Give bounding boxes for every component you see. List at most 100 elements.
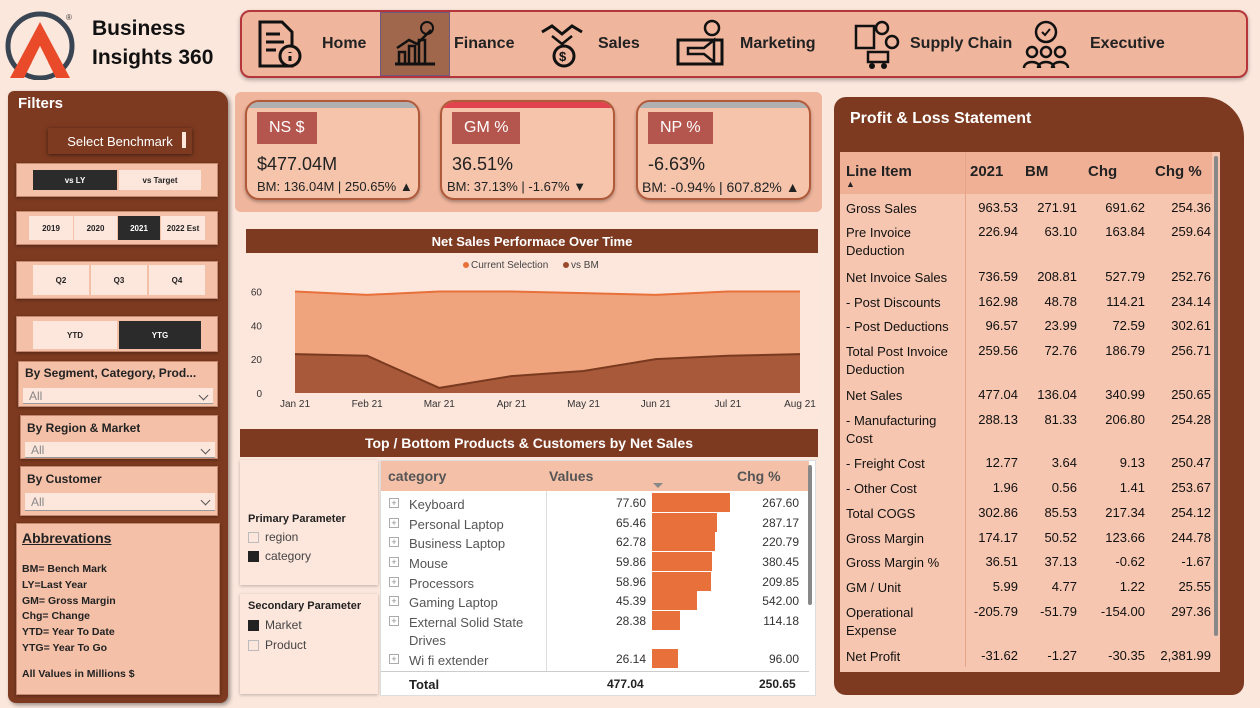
pl-row[interactable]: - Freight Cost 12.77 3.64 9.13 250.47: [840, 455, 1212, 479]
primary-option-category[interactable]: category: [248, 549, 311, 563]
year-2020[interactable]: 2020: [74, 216, 117, 240]
expand-plus-icon[interactable]: +: [389, 498, 399, 508]
nav-supply-chain[interactable]: Supply Chain: [852, 12, 1022, 76]
expand-plus-icon[interactable]: +: [389, 596, 399, 606]
chevron-down-icon: [198, 390, 209, 401]
col-category[interactable]: category: [388, 468, 446, 484]
pl-chg-value: 9.13: [1119, 455, 1145, 470]
select-benchmark-button[interactable]: Select Benchmark: [48, 128, 192, 154]
row-name: Personal Laptop: [409, 517, 504, 532]
pl-col-line-item[interactable]: Line Item: [846, 163, 912, 180]
expand-plus-icon[interactable]: +: [389, 537, 399, 547]
table-row[interactable]: + Processors 58.96 209.85: [381, 572, 809, 594]
nav-marketing[interactable]: Marketing: [674, 12, 834, 76]
pl-item: Gross Margin: [846, 531, 925, 546]
quarter-q2[interactable]: Q2: [33, 265, 89, 295]
period-ytd[interactable]: YTD: [33, 321, 117, 349]
pl-row[interactable]: Gross Margin 174.17 50.52 123.66 244.78: [840, 530, 1212, 554]
pl-scrollbar[interactable]: [1214, 156, 1218, 636]
nav-home[interactable]: Home: [252, 12, 382, 76]
bar-growth-icon: [395, 21, 435, 66]
year-2019[interactable]: 2019: [29, 216, 73, 240]
pl-row[interactable]: - Post Discounts 162.98 48.78 114.21 234.14: [840, 294, 1212, 318]
pl-row[interactable]: Total COGS 302.86 85.53 217.34 254.12: [840, 505, 1212, 529]
customer-dropdown[interactable]: All: [25, 493, 215, 511]
table-row[interactable]: + External Solid State Drives 28.38 114.18: [381, 611, 809, 651]
pl-row[interactable]: - Other Cost 1.96 0.56 1.41 253.67: [840, 480, 1212, 504]
row-bar: [652, 552, 712, 571]
kpi-card-net-profit[interactable]: NP % -6.63% BM: -0.94% | 607.82% ▲: [636, 100, 811, 200]
expand-plus-icon[interactable]: +: [389, 654, 399, 664]
pl-row[interactable]: - Manufacturing Cost 288.13 81.33 206.80 254…: [840, 412, 1212, 454]
year-2022-est[interactable]: 2022 Est: [161, 216, 205, 240]
pl-row[interactable]: - Post Deductions 96.57 23.99 72.59 302.61: [840, 318, 1212, 342]
pl-title: Profit & Loss Statement: [850, 110, 1032, 127]
row-value: 28.38: [615, 614, 646, 628]
pl-row[interactable]: Operational Expense -205.79 -51.79 -154.00 2…: [840, 604, 1212, 648]
expand-plus-icon[interactable]: +: [389, 616, 399, 626]
pl-item: Net Invoice Sales: [846, 270, 948, 285]
kpi-card-net-sales[interactable]: NS $ $477.04M BM: 136.04M | 250.65% ▲: [245, 100, 420, 200]
expand-plus-icon[interactable]: +: [389, 577, 399, 587]
kpi-card-gross-margin[interactable]: GM % 36.51% BM: 37.13% | -1.67% ▼: [440, 100, 615, 200]
pl-row[interactable]: Total Post Invoice Deduction 259.56 72.76 1…: [840, 343, 1212, 387]
kpi-benchmark: BM: 37.13% | -1.67% ▼: [447, 179, 586, 194]
year-2021[interactable]: 2021: [118, 216, 160, 240]
table-row[interactable]: + Wi fi extender 26.14 96.00: [381, 649, 809, 671]
col-values[interactable]: Values: [549, 468, 593, 484]
nav-executive[interactable]: Executive: [1020, 12, 1180, 76]
expand-plus-icon[interactable]: +: [389, 518, 399, 528]
option-label: Market: [265, 618, 302, 632]
quarter-selector: Q2 Q3 Q4: [16, 261, 218, 299]
nav-finance-icon-tile[interactable]: [380, 12, 450, 76]
pl-row[interactable]: Gross Margin % 36.51 37.13 -0.62 -1.67: [840, 554, 1212, 578]
pl-row[interactable]: Gross Sales 963.53 271.91 691.62 254.36: [840, 200, 1212, 224]
table-scrollbar[interactable]: [808, 465, 812, 605]
benchmark-vs-ly[interactable]: vs LY: [33, 170, 117, 190]
pl-chg-value: 123.66: [1105, 530, 1145, 545]
table-row[interactable]: + Business Laptop 62.78 220.79: [381, 532, 809, 554]
secondary-option-product[interactable]: Product: [248, 638, 306, 652]
quarter-q3[interactable]: Q3: [91, 265, 147, 295]
col-chg[interactable]: Chg %: [737, 468, 781, 484]
pl-year-value: -31.62: [981, 648, 1018, 663]
quarter-q4[interactable]: Q4: [149, 265, 205, 295]
nav-finance[interactable]: Finance: [454, 12, 534, 76]
pl-row[interactable]: Net Invoice Sales 736.59 208.81 527.79 252.7…: [840, 269, 1212, 293]
region-dropdown[interactable]: All: [25, 442, 215, 458]
table-row[interactable]: + Mouse 59.86 380.45: [381, 552, 809, 574]
primary-option-region[interactable]: region: [248, 530, 298, 544]
marketing-icon: [676, 19, 724, 66]
pl-item: Total COGS: [846, 506, 916, 521]
table-row[interactable]: + Keyboard 77.60 267.60: [381, 493, 809, 515]
pl-row[interactable]: Pre Invoice Deduction 226.94 63.10 163.84 25…: [840, 224, 1212, 268]
secondary-option-market[interactable]: Market: [248, 618, 302, 632]
row-name: Business Laptop: [409, 536, 506, 551]
legend-label: vs BM: [571, 260, 599, 271]
pl-row[interactable]: Net Profit -31.62 -1.27 -30.35 2,381.99: [840, 648, 1212, 672]
row-bar: [652, 611, 681, 630]
pl-col-bm[interactable]: BM: [1025, 163, 1048, 180]
period-ytg[interactable]: YTG: [119, 321, 201, 349]
abbreviation-item: BM= Bench Mark: [22, 563, 107, 575]
row-name: Keyboard: [409, 497, 465, 512]
pl-row[interactable]: GM / Unit 5.99 4.77 1.22 25.55: [840, 579, 1212, 603]
table-row[interactable]: + Personal Laptop 65.46 287.17: [381, 513, 809, 535]
expand-plus-icon[interactable]: +: [389, 557, 399, 567]
row-chg: 96.00: [768, 652, 799, 666]
pl-col-chg-pct[interactable]: Chg %: [1155, 163, 1202, 180]
pl-chg-value: 340.99: [1105, 387, 1145, 402]
net-sales-chart[interactable]: Current Selection vs BM 0 20 40 60 Jan 21 Feb 2…: [240, 255, 820, 415]
pl-year-value: 288.13: [978, 412, 1018, 427]
pl-col-year[interactable]: 2021: [970, 163, 1003, 180]
segment-dropdown[interactable]: All: [23, 388, 213, 404]
customer-filter-label: By Customer: [27, 472, 102, 486]
pl-row[interactable]: Net Sales 477.04 136.04 340.99 250.65: [840, 387, 1212, 411]
benchmark-vs-target[interactable]: vs Target: [119, 170, 201, 190]
pl-bm-value: 271.91: [1037, 200, 1077, 215]
pl-chg-pct-value: 254.36: [1171, 200, 1211, 215]
table-row[interactable]: + Gaming Laptop 45.39 542.00: [381, 591, 809, 613]
pl-year-value: 259.56: [978, 343, 1018, 358]
pl-col-chg[interactable]: Chg: [1088, 163, 1117, 180]
nav-sales[interactable]: $ Sales: [538, 12, 658, 76]
